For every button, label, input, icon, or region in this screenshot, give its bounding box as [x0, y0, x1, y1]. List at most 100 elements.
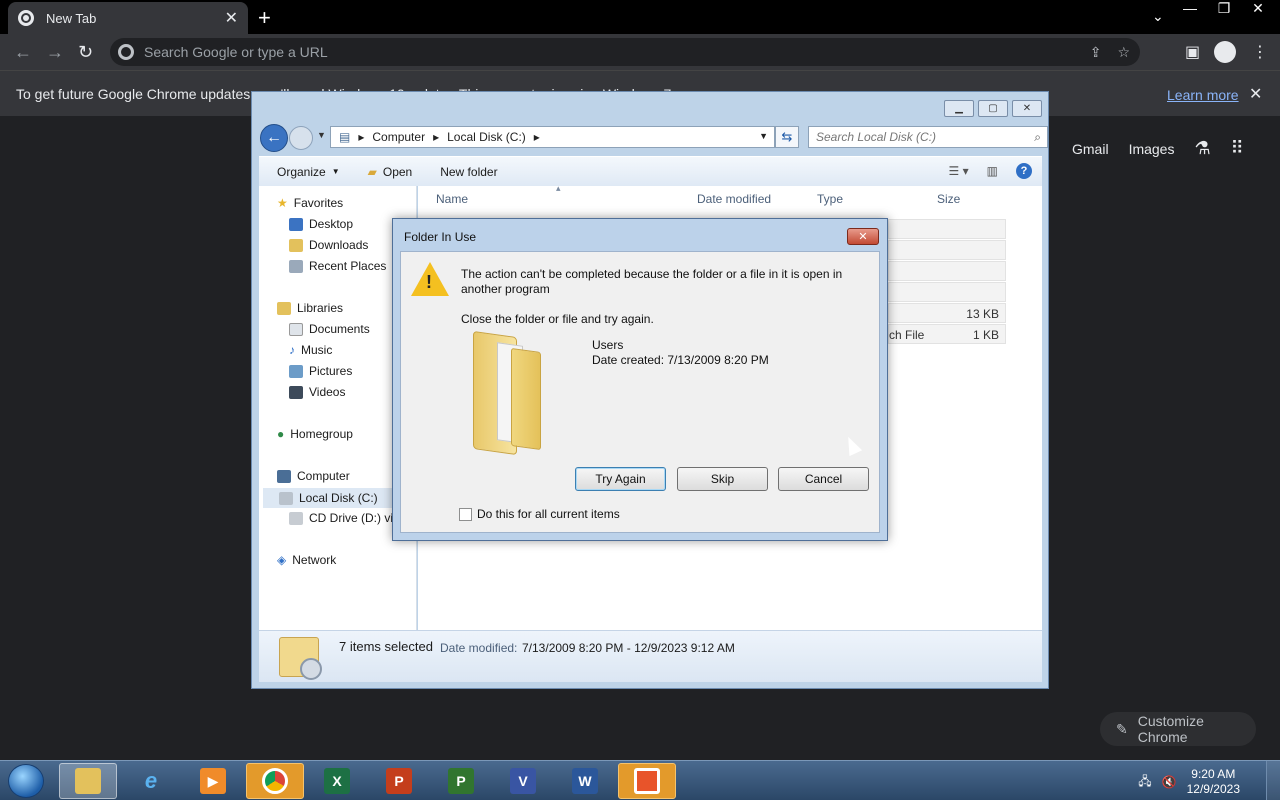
minimize-icon[interactable]: —: [1182, 0, 1198, 17]
start-orb-icon[interactable]: [8, 764, 44, 798]
column-type[interactable]: Type: [817, 192, 843, 206]
column-size[interactable]: Size: [937, 192, 960, 206]
taskbar-chrome[interactable]: [246, 763, 304, 799]
tab-close-icon[interactable]: ✕: [225, 8, 238, 28]
close-window-icon[interactable]: ✕: [1250, 0, 1266, 17]
clock[interactable]: 9:20 AM 12/9/2023: [1187, 767, 1240, 797]
skip-button[interactable]: Skip: [677, 467, 768, 491]
taskbar-project[interactable]: P: [432, 763, 490, 799]
menu-kebab-icon[interactable]: ⋮: [1252, 42, 1268, 62]
gmail-link[interactable]: Gmail: [1072, 141, 1109, 157]
explorer-close-icon[interactable]: ✕: [1012, 100, 1042, 117]
cancel-button[interactable]: Cancel: [778, 467, 869, 491]
documents-icon: [289, 322, 303, 336]
taskbar-internet-explorer[interactable]: e: [122, 763, 180, 799]
explorer-folder-icon: [75, 768, 101, 794]
table-row[interactable]: 13 KB: [888, 303, 1006, 323]
nav-videos[interactable]: Videos: [289, 385, 345, 399]
help-icon[interactable]: ?: [1016, 163, 1032, 179]
address-dropdown-icon[interactable]: ▼: [759, 131, 768, 141]
taskbar-word[interactable]: W: [556, 763, 614, 799]
taskbar-explorer[interactable]: [59, 763, 117, 799]
size-cell: 13 KB: [966, 307, 999, 321]
column-name[interactable]: Name: [436, 192, 468, 206]
forward-arrow-icon[interactable]: →: [46, 42, 64, 63]
nav-computer[interactable]: Computer: [277, 469, 350, 483]
nav-downloads[interactable]: Downloads: [289, 238, 368, 252]
nav-pictures[interactable]: Pictures: [289, 364, 352, 378]
table-row[interactable]: ch File 1 KB: [888, 324, 1006, 344]
taskbar-visio[interactable]: V: [494, 763, 552, 799]
table-row[interactable]: [888, 219, 1006, 239]
taskbar-office[interactable]: [618, 763, 676, 799]
explorer-minimize-icon[interactable]: ▁: [944, 100, 974, 117]
nav-label: Documents: [309, 322, 370, 336]
new-tab-button[interactable]: +: [258, 5, 271, 31]
organize-button[interactable]: Organize ▼: [259, 165, 350, 179]
bookmark-star-icon[interactable]: ☆: [1117, 44, 1130, 61]
breadcrumb-separator-icon[interactable]: ▸: [433, 130, 439, 144]
taskbar-powerpoint[interactable]: P: [370, 763, 428, 799]
change-view-icon[interactable]: ☰ ▾: [949, 164, 969, 178]
breadcrumb-local-disk[interactable]: Local Disk (C:): [447, 130, 526, 144]
taskbar-media-player[interactable]: ▶: [184, 763, 242, 799]
customize-chrome-button[interactable]: ✎ Customize Chrome: [1100, 712, 1256, 746]
apps-grid-icon[interactable]: ⠿: [1231, 138, 1244, 159]
table-row[interactable]: [888, 240, 1006, 260]
preview-pane-icon[interactable]: ▥: [987, 164, 998, 178]
reload-icon[interactable]: ↻: [78, 42, 93, 63]
show-desktop-button[interactable]: [1266, 761, 1280, 800]
nav-documents[interactable]: Documents: [289, 322, 370, 336]
share-icon[interactable]: ⇪: [1090, 44, 1102, 61]
checkbox-box[interactable]: [459, 507, 472, 521]
table-row[interactable]: [888, 282, 1006, 302]
customize-label: Customize Chrome: [1137, 713, 1204, 745]
side-panel-icon[interactable]: ▣: [1185, 42, 1200, 62]
back-arrow-icon[interactable]: ←: [14, 42, 32, 63]
computer-icon: [277, 469, 291, 483]
tab-search-chevron-icon[interactable]: ⌄: [1152, 8, 1164, 25]
new-folder-button[interactable]: New folder: [422, 165, 507, 179]
network-tray-icon[interactable]: 🖧: [1138, 772, 1151, 793]
labs-flask-icon[interactable]: ⚗: [1194, 138, 1210, 159]
nav-desktop[interactable]: Desktop: [289, 217, 353, 231]
recent-places-icon: [289, 259, 303, 273]
size-cell: 1 KB: [972, 328, 999, 342]
breadcrumb-separator-icon[interactable]: ▸: [534, 130, 540, 144]
nav-favorites[interactable]: ★ Favorites: [277, 196, 343, 210]
nav-libraries[interactable]: Libraries: [277, 301, 343, 315]
column-date-modified[interactable]: Date modified: [697, 192, 771, 206]
nav-homegroup[interactable]: ● Homegroup: [277, 427, 353, 441]
nav-cd-drive[interactable]: CD Drive (D:) vir: [289, 511, 397, 525]
learn-more-link[interactable]: Learn more: [1167, 87, 1239, 103]
explorer-search-input[interactable]: Search Local Disk (C:) ⌕: [808, 126, 1048, 148]
recent-pages-dropdown-icon[interactable]: ▼: [317, 130, 326, 140]
nav-label: Videos: [309, 385, 346, 399]
images-link[interactable]: Images: [1129, 141, 1175, 157]
try-again-button[interactable]: Try Again: [575, 467, 666, 491]
nav-music[interactable]: ♪ Music: [289, 343, 332, 357]
explorer-forward-icon[interactable]: [289, 126, 313, 150]
dialog-close-icon[interactable]: ✕: [847, 228, 879, 245]
volume-muted-icon[interactable]: 🔇: [1162, 775, 1177, 789]
explorer-back-icon[interactable]: ←: [260, 124, 288, 152]
table-row[interactable]: [888, 261, 1006, 281]
address-field[interactable]: ▤ ▸ Computer ▸ Local Disk (C:) ▸ ▼: [330, 126, 775, 148]
breadcrumb-separator-icon[interactable]: ▸: [358, 130, 364, 144]
apply-to-all-checkbox[interactable]: Do this for all current items: [459, 507, 620, 521]
downloads-icon: [289, 238, 303, 252]
explorer-maximize-icon[interactable]: ▢: [978, 100, 1008, 117]
omnibox[interactable]: Search Google or type a URL ⇪ ☆: [110, 38, 1140, 66]
search-icon[interactable]: ⌕: [1034, 130, 1041, 145]
refresh-icon[interactable]: ⇆: [775, 126, 799, 148]
taskbar-excel[interactable]: X: [308, 763, 366, 799]
profile-avatar-icon[interactable]: [1214, 41, 1236, 63]
nav-network[interactable]: ◈ Network: [277, 553, 336, 567]
tab-new-tab[interactable]: New Tab ✕: [8, 2, 248, 34]
breadcrumb-computer[interactable]: Computer: [372, 130, 425, 144]
nav-recent-places[interactable]: Recent Places: [289, 259, 386, 273]
infobar-close-icon[interactable]: ✕: [1249, 84, 1262, 104]
explorer-caption-buttons: ▁ ▢ ✕: [944, 100, 1042, 117]
restore-icon[interactable]: ❐: [1216, 0, 1232, 17]
open-button[interactable]: ▰ Open: [350, 165, 423, 179]
